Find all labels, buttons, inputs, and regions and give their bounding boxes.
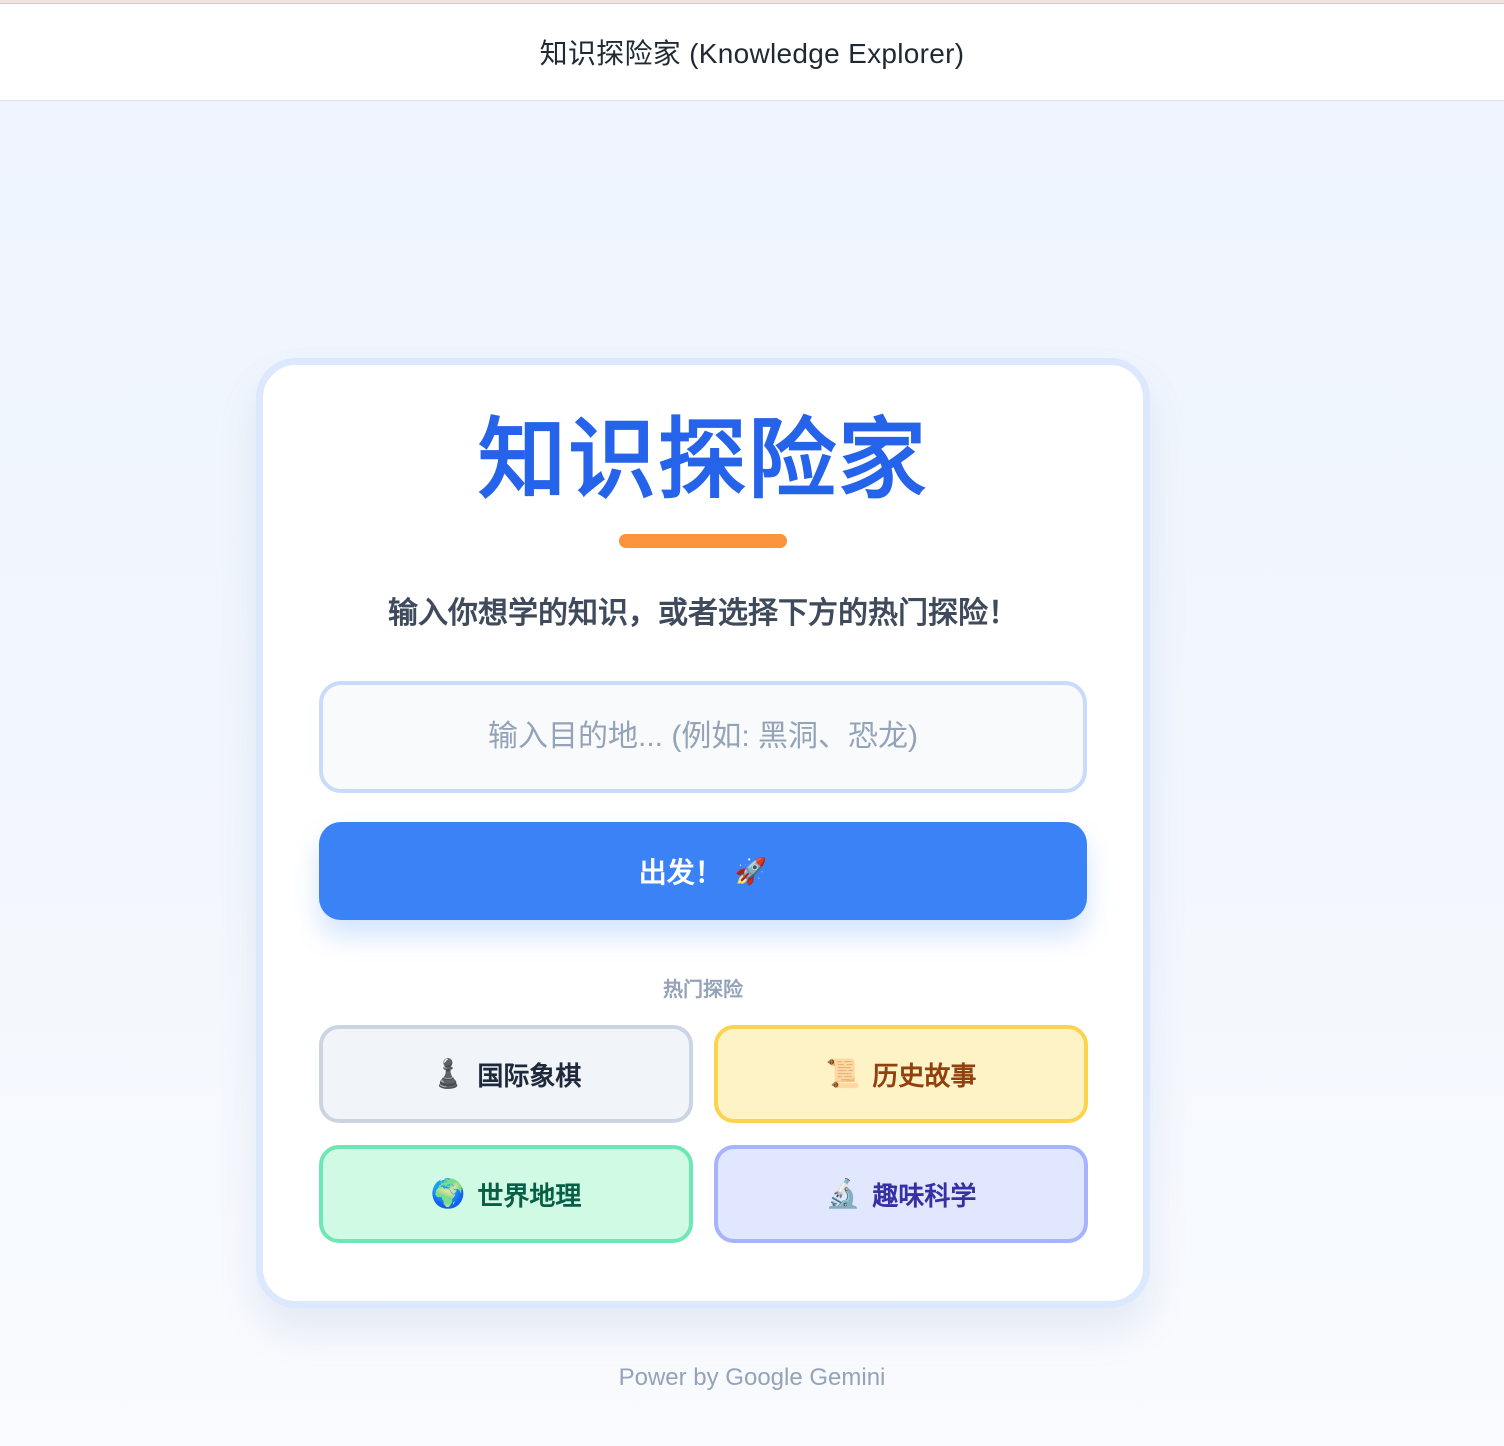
topic-label: 历史故事 [872, 1060, 977, 1091]
topic-label: 世界地理 [477, 1180, 582, 1211]
microscope-icon: 🔬 [825, 1178, 861, 1209]
title-underline [619, 534, 787, 548]
window-title: 知识探险家 (Knowledge Explorer) [539, 38, 965, 69]
footer-credit: Power by Google Gemini [618, 1364, 886, 1391]
topic-label: 趣味科学 [872, 1180, 977, 1211]
topic-science-button[interactable]: 🔬 趣味科学 [714, 1145, 1088, 1243]
topic-label: 国际象棋 [477, 1060, 582, 1091]
globe-icon: 🌍 [430, 1178, 466, 1209]
go-button[interactable]: 出发！ 🚀 [319, 822, 1087, 920]
go-button-label: 出发！ [638, 857, 723, 888]
explorer-card: 知识探险家 输入你想学的知识，或者选择下方的热门探险！ 出发！ 🚀 热门探险 ♟… [256, 358, 1150, 1308]
topic-chess-button[interactable]: ♟️ 国际象棋 [319, 1025, 693, 1123]
rocket-icon: 🚀 [734, 855, 768, 886]
destination-search-input[interactable] [319, 681, 1087, 793]
popular-section-label: 热门探险 [663, 979, 743, 1001]
title-bar: 知识探险家 (Knowledge Explorer) [0, 4, 1504, 101]
page-title: 知识探险家 [477, 410, 928, 509]
topic-geography-button[interactable]: 🌍 世界地理 [319, 1145, 693, 1243]
page-subtitle: 输入你想学的知识，或者选择下方的热门探险！ [388, 597, 1018, 630]
scroll-icon: 📜 [825, 1058, 861, 1089]
topic-history-button[interactable]: 📜 历史故事 [714, 1025, 1088, 1123]
chess-pawn-icon: ♟️ [430, 1058, 466, 1089]
